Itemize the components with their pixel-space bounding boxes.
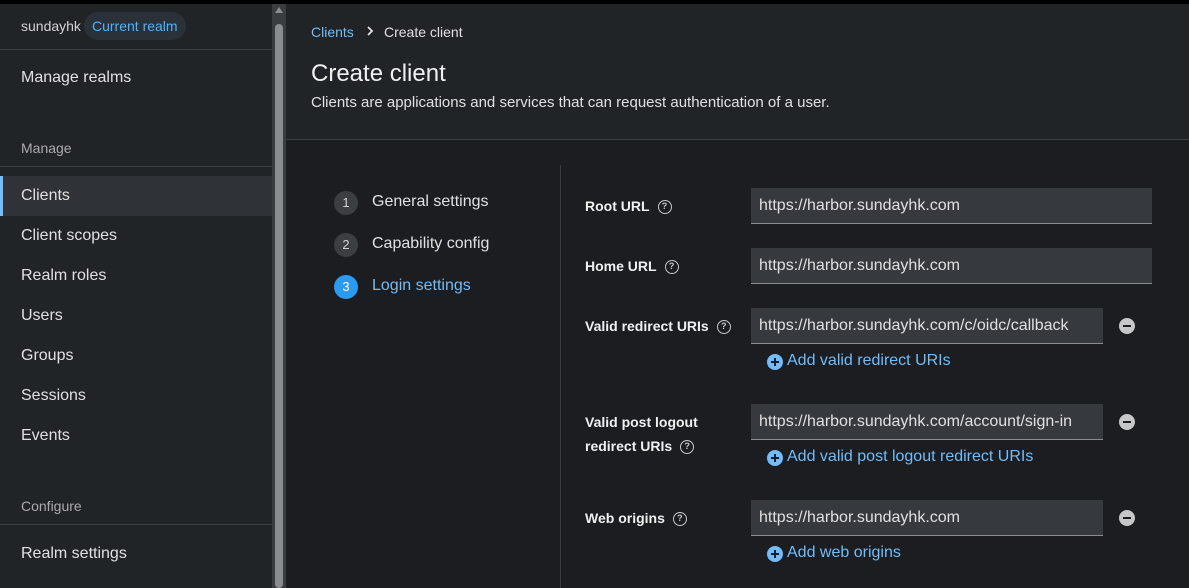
web-origins-label-text: Web origins: [585, 510, 665, 526]
step-number: 2: [334, 233, 358, 257]
web-origins-input[interactable]: https://harbor.sundayhk.com: [751, 500, 1103, 536]
sidebar-item-users[interactable]: Users: [0, 296, 272, 336]
divider: [0, 166, 272, 167]
realm-name: sundayhk: [21, 18, 81, 34]
post-logout-label: Valid post logout redirect URIs?: [585, 410, 698, 458]
root-url-label: Root URL?: [585, 194, 672, 218]
add-post-logout-uri-button[interactable]: Add valid post logout redirect URIs: [787, 448, 1033, 466]
post-logout-label-line2: redirect URIs: [585, 438, 673, 454]
home-url-input[interactable]: https://harbor.sundayhk.com: [751, 248, 1152, 284]
sidebar-item-events[interactable]: Events: [0, 416, 272, 456]
sidebar-item-realm-settings[interactable]: Realm settings: [0, 534, 272, 574]
web-origins-label: Web origins?: [585, 506, 687, 530]
help-icon[interactable]: ?: [657, 200, 672, 215]
add-redirect-uri-button[interactable]: Add valid redirect URIs: [787, 352, 951, 370]
home-url-label: Home URL?: [585, 254, 679, 278]
section-label-manage: Manage: [21, 140, 72, 156]
page-header: Clients Create client Create client Clie…: [286, 4, 1189, 140]
scroll-up-arrow-icon[interactable]: [275, 7, 283, 13]
help-icon[interactable]: ?: [716, 320, 731, 335]
root-url-input[interactable]: https://harbor.sundayhk.com: [751, 188, 1152, 224]
add-web-origin-icon[interactable]: [767, 546, 783, 562]
step-number: 1: [334, 191, 358, 215]
step-label: Capability config: [372, 235, 490, 252]
scrollbar-thumb[interactable]: [275, 24, 283, 588]
wizard-divider: [560, 165, 561, 588]
help-icon[interactable]: ?: [672, 512, 687, 527]
sidebar-item-sessions[interactable]: Sessions: [0, 376, 272, 416]
home-url-label-text: Home URL: [585, 258, 657, 274]
sidebar-item-realm-roles[interactable]: Realm roles: [0, 256, 272, 296]
step-number: 3: [334, 275, 358, 299]
step-label: Login settings: [372, 277, 471, 294]
remove-web-origin-icon[interactable]: [1119, 510, 1135, 526]
redirect-uris-label-text: Valid redirect URIs: [585, 318, 709, 334]
remove-post-logout-uri-icon[interactable]: [1119, 414, 1135, 430]
post-logout-uri-input[interactable]: https://harbor.sundayhk.com/account/sign…: [751, 404, 1103, 440]
add-post-logout-uri-icon[interactable]: [767, 450, 783, 466]
wizard-panel: 1 General settings 2 Capability config 3…: [286, 141, 1189, 588]
page-title: Create client: [311, 60, 446, 87]
sidebar-item-manage-realms[interactable]: Manage realms: [0, 58, 272, 98]
current-realm-badge: Current realm: [84, 12, 186, 40]
chevron-right-icon: [367, 26, 374, 36]
add-web-origin-button[interactable]: Add web origins: [787, 544, 901, 562]
sidebar: sundayhk Current realm Manage realms Man…: [0, 4, 272, 588]
sidebar-item-client-scopes[interactable]: Client scopes: [0, 216, 272, 256]
help-icon[interactable]: ?: [680, 440, 695, 455]
section-label-configure: Configure: [21, 498, 82, 514]
sidebar-scrollbar[interactable]: [272, 4, 286, 588]
main-content: Clients Create client Create client Clie…: [286, 4, 1189, 588]
add-redirect-uri-icon[interactable]: [767, 354, 783, 370]
breadcrumb-current: Create client: [384, 24, 463, 40]
post-logout-label-line1: Valid post logout: [585, 414, 698, 430]
divider: [0, 49, 272, 50]
step-label: General settings: [372, 193, 489, 210]
divider: [0, 524, 272, 525]
page-description: Clients are applications and services th…: [311, 94, 830, 111]
sidebar-item-groups[interactable]: Groups: [0, 336, 272, 376]
realm-selector[interactable]: sundayhk Current realm: [0, 4, 272, 50]
help-icon[interactable]: ?: [664, 260, 679, 275]
redirect-uris-label: Valid redirect URIs?: [585, 314, 731, 338]
remove-redirect-uri-icon[interactable]: [1119, 318, 1135, 334]
redirect-uri-input[interactable]: https://harbor.sundayhk.com/c/oidc/callb…: [751, 308, 1103, 344]
breadcrumb-clients-link[interactable]: Clients: [311, 24, 354, 40]
sidebar-item-clients[interactable]: Clients: [0, 176, 272, 216]
root-url-label-text: Root URL: [585, 198, 650, 214]
